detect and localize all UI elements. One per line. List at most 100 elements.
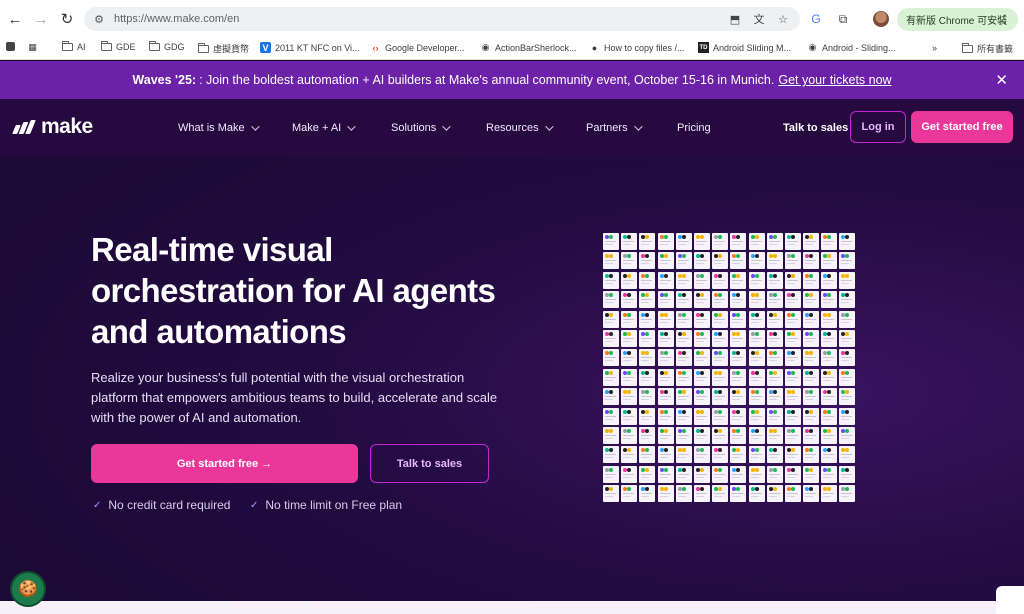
integration-tile <box>639 310 656 328</box>
bookmark-android-sliding-m[interactable]: TD Android Sliding M... <box>698 42 791 53</box>
page-content: Waves '25: : Join the boldest automation… <box>0 61 1024 614</box>
integration-tile <box>766 388 783 406</box>
integration-tile <box>839 349 856 367</box>
talk-to-sales-link[interactable]: Talk to sales <box>783 122 848 134</box>
integration-tile <box>693 349 710 367</box>
address-bar[interactable]: ⚙ https://www.make.com/en ⬒ 文 ☆ <box>84 7 800 31</box>
more-bookmarks-icon[interactable]: » <box>929 42 940 53</box>
apps-grid-icon[interactable]: ▦ <box>27 42 38 53</box>
nav-resources[interactable]: Resources <box>486 122 554 134</box>
bookmark-actionbarsherlock[interactable]: ◉ ActionBarSherlock... <box>480 42 577 53</box>
integration-tile <box>639 349 656 367</box>
integration-tile <box>603 388 619 406</box>
integration-tile <box>748 388 765 406</box>
integration-tile <box>803 388 820 406</box>
integration-tile <box>639 252 656 270</box>
bookmark-crypto[interactable]: 虛擬貨幣 <box>198 42 249 55</box>
integration-tile <box>657 291 674 309</box>
bookmark-ai[interactable]: AI <box>62 41 86 52</box>
promo-link[interactable]: Get your tickets now <box>778 73 891 87</box>
nav-make-ai[interactable]: Make + AI <box>292 122 356 134</box>
integration-tile <box>821 407 838 425</box>
get-started-nav-button[interactable]: Get started free <box>911 111 1013 143</box>
url-text: https://www.make.com/en <box>114 13 240 25</box>
integration-tile <box>730 233 747 250</box>
cookie-settings-icon[interactable]: 🍪 <box>10 571 46 607</box>
nav-partners[interactable]: Partners <box>586 122 643 134</box>
integration-tile <box>621 271 638 289</box>
chrome-update-button[interactable]: 有新版 Chrome 可安裝 ⋮ <box>897 8 1018 31</box>
integration-tile <box>621 465 638 483</box>
bookmark-star-icon[interactable]: ☆ <box>776 12 790 26</box>
integration-tile <box>821 271 838 289</box>
folder-icon <box>198 42 209 53</box>
bookmark-kt-nfc[interactable]: V 2011 KT NFC on Vi... <box>260 42 360 53</box>
integration-tile <box>748 485 765 503</box>
folder-icon <box>149 41 160 51</box>
bookmark-gde[interactable]: GDE <box>101 41 136 52</box>
integration-tile <box>839 252 856 270</box>
integration-tile <box>821 233 838 250</box>
google-translate-ext-icon[interactable]: G <box>808 11 824 27</box>
forward-icon[interactable]: → <box>28 6 54 32</box>
integration-tile <box>730 388 747 406</box>
integration-tile <box>712 349 729 367</box>
integration-tile <box>784 271 801 289</box>
integration-tile <box>693 426 710 444</box>
translate-icon[interactable]: 文 <box>752 12 766 26</box>
integration-tile <box>766 233 783 250</box>
integration-tile <box>839 485 856 503</box>
make-logo[interactable]: make <box>12 115 93 139</box>
promo-title: Waves '25: <box>132 73 197 87</box>
site-settings-icon[interactable]: ⚙ <box>92 12 106 26</box>
bookmark-copy-files[interactable]: ● How to copy files /... <box>589 42 685 53</box>
integration-tile <box>657 368 674 386</box>
chevron-down-icon <box>250 122 260 131</box>
profile-avatar[interactable] <box>873 11 889 27</box>
integration-tile <box>748 368 765 386</box>
nav-pricing[interactable]: Pricing <box>677 122 711 134</box>
integration-tile <box>821 465 838 483</box>
integration-tile <box>839 329 856 347</box>
integration-tile <box>693 368 710 386</box>
integration-tile <box>766 465 783 483</box>
bookmark-google-developer[interactable]: ‹› Google Developer... <box>370 42 465 53</box>
bookmark-android-sliding[interactable]: ◉ Android - Sliding... <box>807 42 896 53</box>
back-icon[interactable]: ← <box>2 6 28 32</box>
integration-tile <box>784 291 801 309</box>
integration-tile <box>730 291 747 309</box>
nav-solutions[interactable]: Solutions <box>391 122 451 134</box>
integration-tile <box>621 388 638 406</box>
close-icon[interactable]: ✕ <box>995 71 1008 89</box>
integration-tile <box>712 368 729 386</box>
get-started-button[interactable]: Get started free → <box>91 444 358 483</box>
folder-icon <box>101 41 112 51</box>
integration-tile <box>675 349 692 367</box>
chevron-down-icon <box>633 122 643 131</box>
integration-tile <box>621 407 638 425</box>
talk-to-sales-button[interactable]: Talk to sales <box>370 444 489 483</box>
reload-icon[interactable]: ↻ <box>54 6 80 32</box>
bookmark-all[interactable]: 所有書籤 <box>962 42 1013 55</box>
nav-what-is-make[interactable]: What is Make <box>178 122 260 134</box>
install-app-icon[interactable]: ⬒ <box>728 12 742 26</box>
login-button[interactable]: Log in <box>850 111 906 143</box>
make-logo-icon <box>12 120 36 134</box>
extensions-icon[interactable]: ⧉ <box>835 11 851 27</box>
google-dev-icon: ‹› <box>372 42 379 53</box>
integration-tile <box>730 310 747 328</box>
integration-tile <box>675 446 692 464</box>
integration-tile <box>675 407 692 425</box>
bookmark-gdg[interactable]: GDG <box>149 41 185 52</box>
tab-search-icon[interactable] <box>6 42 15 51</box>
integration-tile <box>730 368 747 386</box>
integration-tile <box>821 252 838 270</box>
integration-tile <box>803 252 820 270</box>
menu-kebab-icon[interactable]: ⋮ <box>999 12 1011 26</box>
integration-tile <box>748 291 765 309</box>
integration-tile <box>803 329 820 347</box>
logo-text: make <box>41 115 93 138</box>
integration-tile <box>784 426 801 444</box>
integration-tile <box>730 329 747 347</box>
chat-widget[interactable] <box>996 586 1024 614</box>
